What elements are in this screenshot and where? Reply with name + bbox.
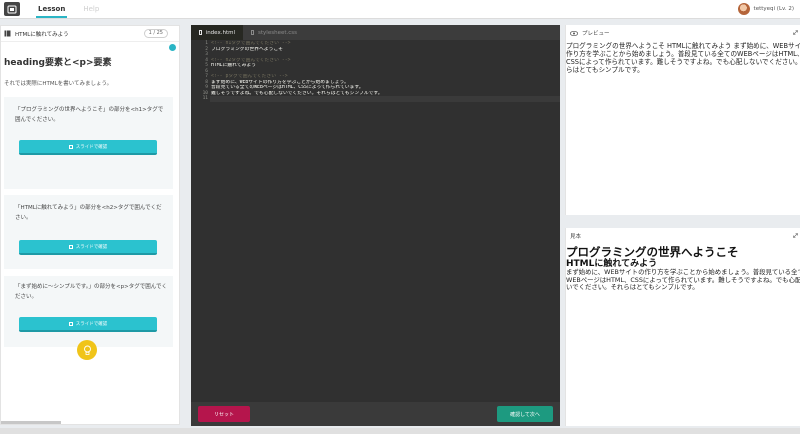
lesson-header: HTMLに触れてみよう 1 / 25 xyxy=(1,26,179,42)
tab-label: index.html xyxy=(205,29,235,36)
task-card: 「プログラミングの世界へようこそ」の部分を<h1>タグで囲んでください。 スライ… xyxy=(4,97,173,189)
eye-icon xyxy=(570,30,578,36)
check-icon xyxy=(169,44,176,58)
sample-header: 見本 xyxy=(566,228,800,244)
slide-icon xyxy=(68,244,73,249)
preview-content: プログラミングの世界へようこそ HTMLに触れてみよう まず始めに、WEBサイト… xyxy=(566,42,800,74)
tab-label: stylesheet.css xyxy=(258,29,297,36)
task-text: 「HTMLに触れてみよう」の部分を<h2>タグで囲んでください。 xyxy=(15,205,162,221)
task-text: 「プログラミングの世界へようこそ」の部分を<h1>タグで囲んでください。 xyxy=(15,107,164,123)
reset-button[interactable]: リセット xyxy=(198,406,250,422)
file-icon xyxy=(251,30,255,35)
sample-heading-1: プログラミングの世界へようこそ xyxy=(566,245,739,259)
tab-stylesheet-css[interactable]: stylesheet.css xyxy=(243,25,305,40)
line-number: 11 xyxy=(202,96,208,101)
editor-tabs: index.html stylesheet.css xyxy=(191,25,560,40)
lesson-header-label: HTMLに触れてみよう xyxy=(15,31,69,38)
editor-actions: リセット 確認して次へ xyxy=(191,402,560,426)
file-icon xyxy=(199,30,202,35)
page-indicator[interactable]: 1 / 25 xyxy=(143,29,168,38)
footer-bar xyxy=(0,428,800,434)
lesson-panel: HTMLに触れてみよう 1 / 25 heading要素と<p>要素 それでは実… xyxy=(0,25,180,425)
username: tettyeqi (Lv. 2) xyxy=(753,6,794,12)
lesson-intro: それでは実際にHTMLを書いてみましょう。 xyxy=(4,81,113,87)
tab-lesson[interactable]: Lesson xyxy=(36,0,68,18)
slide-confirm-button[interactable]: スライドで確認 xyxy=(19,317,157,332)
confirm-next-button[interactable]: 確認して次へ xyxy=(497,406,553,422)
line-numbers: 1 2 3 4 5 6 7 8 9 10 11 xyxy=(196,41,208,102)
sample-paragraph: まず始めに、WEBサイトの作り方を学ぶことから始めましょう。普段見ている全てのW… xyxy=(566,268,800,291)
task-card: 「HTMLに触れてみよう」の部分を<h2>タグで囲んでください。 スライドで確認 xyxy=(4,195,173,269)
slide-confirm-button[interactable]: スライドで確認 xyxy=(19,140,157,155)
lesson-title: heading要素と<p>要素 xyxy=(4,58,112,68)
expand-icon[interactable] xyxy=(793,233,798,238)
top-nav: Lesson Help tettyeqi (Lv. 2) xyxy=(0,0,800,19)
slide-button-label: スライドで確認 xyxy=(75,321,108,327)
preview-header: プレビュー xyxy=(566,25,800,41)
slide-button-label: スライドで確認 xyxy=(75,244,108,250)
code-area[interactable]: <!-- h1タグで囲んでください --> プログラミングの世界へようこそ <!--… xyxy=(211,41,556,102)
task-text: 「まず始めに〜シンプルです。」の部分を<p>タグで囲んでください。 xyxy=(15,284,167,300)
code-line[interactable] xyxy=(211,96,556,102)
lightbulb-icon[interactable] xyxy=(77,340,97,360)
app-logo-icon[interactable] xyxy=(4,2,20,16)
slide-icon xyxy=(68,144,73,149)
preview-label: プレビュー xyxy=(582,31,610,37)
slide-button-label: スライドで確認 xyxy=(75,144,108,150)
user-avatar[interactable] xyxy=(737,3,750,15)
tab-index-html[interactable]: index.html xyxy=(191,25,243,40)
tab-help[interactable]: Help xyxy=(81,0,101,18)
preview-panel: プレビュー プログラミングの世界へようこそ HTMLに触れてみよう まず始めに、… xyxy=(565,25,800,215)
code-editor[interactable]: index.html stylesheet.css 1 2 3 4 5 6 7 8 9 10 11 … xyxy=(191,25,560,426)
slide-icon xyxy=(68,321,73,326)
user-menu[interactable]: tettyeqi (Lv. 2) xyxy=(737,0,800,18)
expand-icon[interactable] xyxy=(793,30,798,35)
task-card: 「まず始めに〜シンプルです。」の部分を<p>タグで囲んでください。 スライドで確… xyxy=(4,276,173,347)
slide-confirm-button[interactable]: スライドで確認 xyxy=(19,240,157,255)
sample-panel: 見本 プログラミングの世界へようこそ HTMLに触れてみよう まず始めに、WEB… xyxy=(565,228,800,426)
horizontal-scrollbar[interactable] xyxy=(1,421,61,424)
sample-label: 見本 xyxy=(570,234,582,240)
book-icon xyxy=(4,30,11,37)
